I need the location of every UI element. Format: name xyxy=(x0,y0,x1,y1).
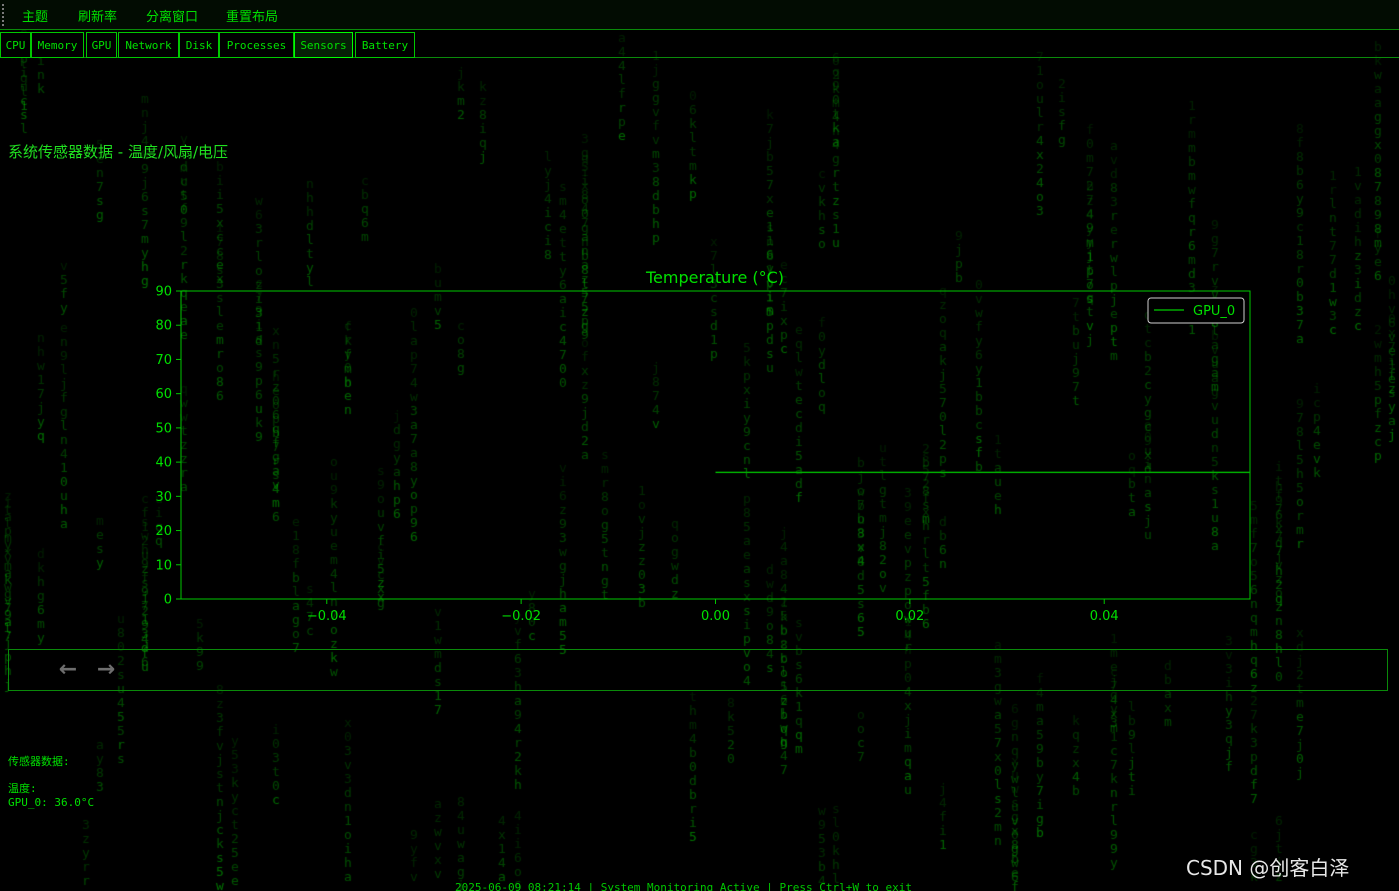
menu-refresh-rate[interactable]: 刷新率 xyxy=(78,6,117,25)
tab-battery[interactable]: Battery xyxy=(355,32,415,58)
status-bar: 2025-06-09 08:21:14 | System Monitoring … xyxy=(455,881,912,891)
toolbar-grip-handle[interactable] xyxy=(2,4,4,26)
tab-memory[interactable]: Memory xyxy=(31,32,84,58)
tab-cpu[interactable]: CPU xyxy=(0,32,31,58)
tab-gpu[interactable]: GPU xyxy=(86,32,117,58)
matrix-rain-background xyxy=(0,0,1399,891)
arrow-left-icon[interactable]: ← xyxy=(55,658,81,682)
tab-network[interactable]: Network xyxy=(118,32,179,58)
gpu-temperature-value: GPU_0: 36.0°C xyxy=(8,796,95,809)
tab-disk[interactable]: Disk xyxy=(179,32,219,58)
menu-detach-window[interactable]: 分离窗口 xyxy=(146,6,198,25)
navigation-toolbar: ← → xyxy=(8,649,1388,691)
page-title: 系统传感器数据 - 温度/风扇/电压 xyxy=(8,143,229,161)
tab-processes[interactable]: Processes xyxy=(219,32,294,58)
menu-bar: 主题 刷新率 分离窗口 重置布局 xyxy=(0,0,1399,30)
tab-sensors[interactable]: Sensors xyxy=(294,32,353,58)
sensor-heading: 传感器数据: xyxy=(8,755,70,768)
tab-bar: CPU Memory GPU Network Disk Processes Se… xyxy=(0,31,1399,58)
sensor-readout: 传感器数据: 温度: GPU_0: 36.0°C xyxy=(8,755,94,810)
watermark: CSDN @创客白泽 xyxy=(1186,856,1350,880)
menu-theme[interactable]: 主题 xyxy=(22,6,48,25)
menu-reset-layout[interactable]: 重置布局 xyxy=(226,6,278,25)
arrow-right-icon[interactable]: → xyxy=(93,658,119,682)
temperature-heading: 温度: xyxy=(8,782,37,795)
